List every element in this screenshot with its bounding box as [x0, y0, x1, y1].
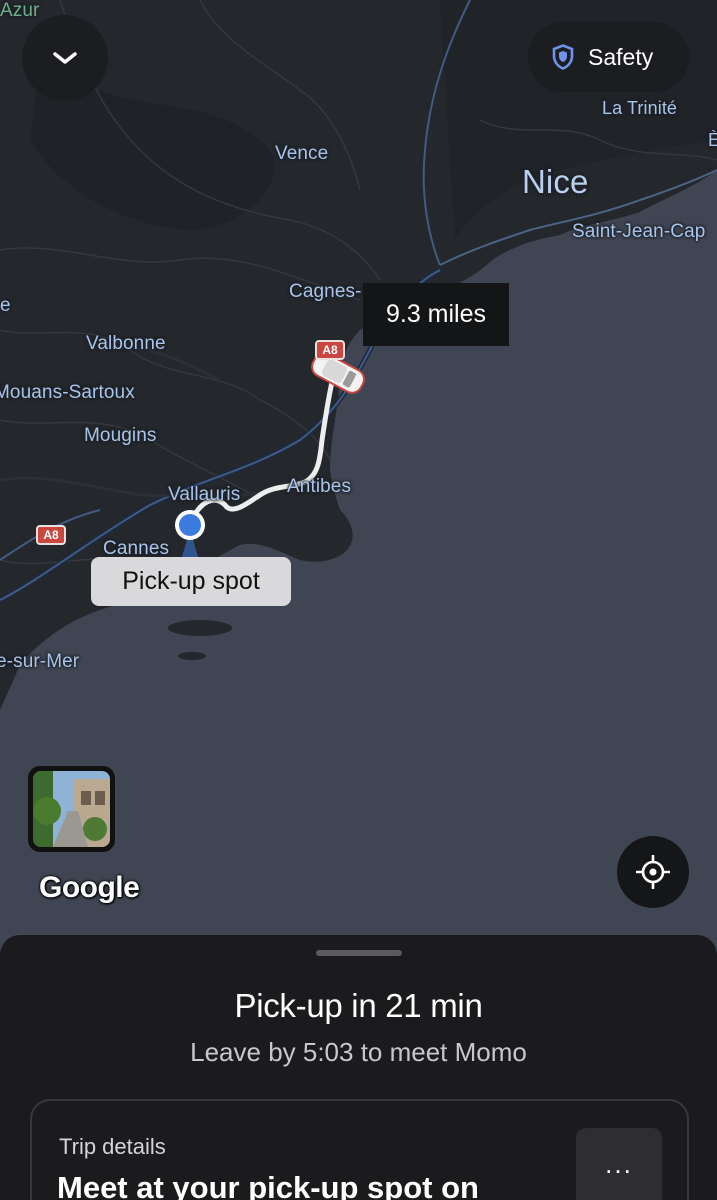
pickup-spot-label[interactable]: Pick-up spot: [91, 557, 291, 606]
safety-label: Safety: [588, 43, 654, 70]
place-label-vence: Vence: [275, 143, 329, 164]
pickup-eta-subtitle: Leave by 5:03 to meet Momo: [190, 1037, 527, 1067]
place-label-azur: Azur: [0, 0, 40, 21]
place-label-la-trinite: La Trinité: [602, 98, 678, 118]
place-label-edge-e-left: e: [0, 295, 11, 316]
place-label-nice: Nice: [522, 163, 589, 200]
trip-details-card[interactable]: Trip details Meet at your pick-up spot o…: [30, 1099, 689, 1200]
street-view-thumbnail[interactable]: [28, 766, 115, 852]
trip-bottom-sheet[interactable]: Pick-up in 21 min Leave by 5:03 to meet …: [0, 935, 717, 1200]
chevron-down-icon: [53, 52, 77, 64]
place-label-edge-e: È: [708, 130, 717, 150]
place-label-saint-jean-cap: Saint-Jean-Cap: [572, 221, 706, 242]
google-logo: Google: [39, 871, 140, 904]
trip-details-text: Meet at your pick-up spot on: [57, 1170, 479, 1200]
more-options-button[interactable]: ...: [576, 1128, 662, 1200]
place-label-antibes: Antibes: [287, 476, 352, 497]
recenter-location-button[interactable]: [617, 836, 689, 908]
place-label-sur-mer: e-sur-Mer: [0, 651, 80, 672]
place-label-vallauris: Vallauris: [168, 484, 241, 505]
place-label-mougins: Mougins: [84, 425, 157, 446]
street-view-image: [33, 771, 110, 847]
route-shield-a8: A8: [36, 525, 66, 545]
shield-icon: [552, 44, 574, 70]
distance-chip: 9.3 miles: [363, 283, 509, 346]
safety-button[interactable]: Safety: [528, 22, 689, 92]
place-label-mouans-sartoux: Mouans-Sartoux: [0, 382, 135, 403]
collapse-button[interactable]: [22, 15, 108, 101]
sheet-drag-handle[interactable]: [316, 950, 402, 956]
trip-details-label: Trip details: [59, 1134, 166, 1159]
pickup-eta-title: Pick-up in 21 min: [234, 987, 483, 1024]
route-shield-a8: A8: [315, 340, 345, 360]
place-label-valbonne: Valbonne: [86, 333, 166, 354]
crosshair-icon: [636, 855, 670, 889]
place-label-cagnes: Cagnes-: [289, 281, 362, 302]
